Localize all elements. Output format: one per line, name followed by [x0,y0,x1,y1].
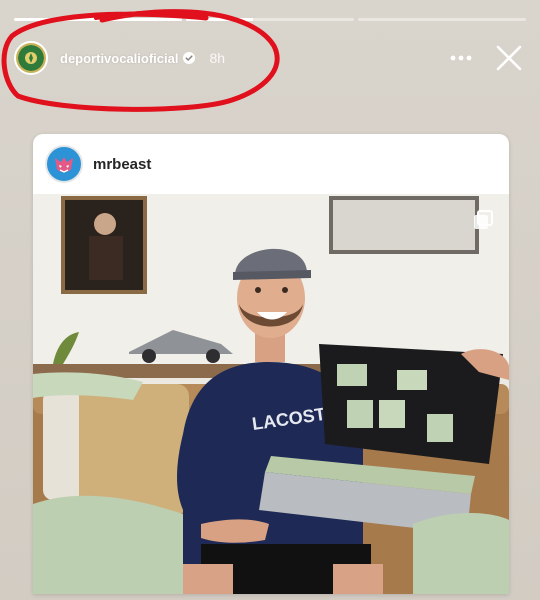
post-username[interactable]: mrbeast [93,156,151,173]
beast-logo-icon[interactable] [45,145,83,183]
story-username[interactable]: deportivocalioficial [60,51,178,66]
more-dots-icon [450,55,472,61]
post-photo[interactable]: LACOSTE [33,194,509,594]
story-progress-bar [14,18,526,21]
more-options-button[interactable] [444,41,478,75]
carousel-stack-icon [473,210,493,235]
progress-segment [14,18,182,21]
progress-fill [186,18,254,21]
story-timestamp: 8h [209,50,226,66]
close-icon [496,45,522,71]
progress-fill [14,18,182,21]
progress-segment [358,18,526,21]
club-crest-icon[interactable] [14,41,48,75]
post-photo-illustration: LACOSTE [33,194,509,594]
story-viewer: deportivocalioficial 8h mrbeast LACOSTE [0,0,540,600]
close-button[interactable] [492,41,526,75]
shared-post-card[interactable]: mrbeast LACOSTE [33,134,509,594]
post-header: mrbeast [33,134,509,194]
verified-badge-icon [183,52,196,64]
progress-segment [186,18,354,21]
story-header: deportivocalioficial 8h [14,38,526,78]
